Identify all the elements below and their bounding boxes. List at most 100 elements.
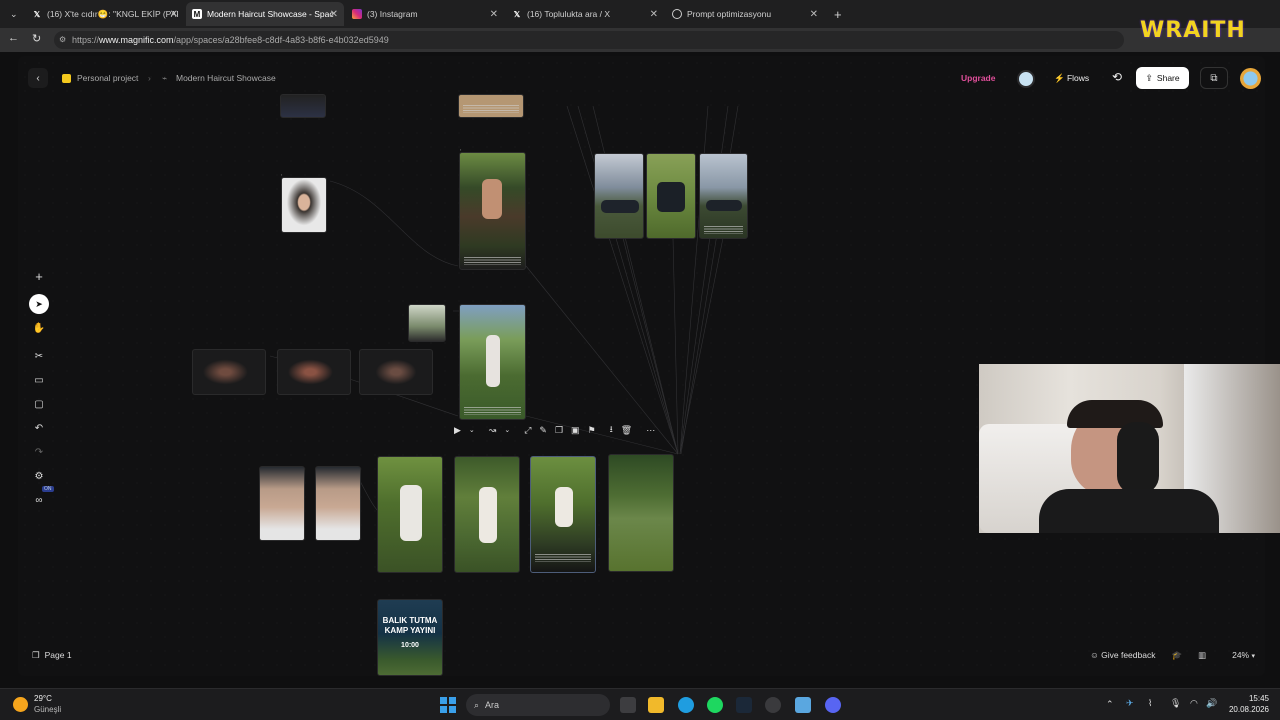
mortarboard-icon[interactable]: 🎓 — [1171, 650, 1182, 661]
scissors-icon[interactable]: ✂ — [28, 346, 50, 366]
portrait-node[interactable] — [259, 466, 305, 541]
portrait-node[interactable] — [315, 466, 361, 541]
car-image-node[interactable] — [699, 153, 748, 239]
tab-chatgpt[interactable]: Prompt optimizasyonu ✕ — [666, 2, 824, 26]
portrait-node[interactable] — [192, 349, 266, 395]
close-icon[interactable]: ✕ — [490, 9, 498, 20]
network-icon[interactable]: ⌇ — [1148, 698, 1152, 709]
image-node[interactable] — [280, 94, 326, 118]
task-view-icon[interactable] — [620, 697, 636, 713]
bookmark-icon[interactable]: ⚑ — [588, 425, 596, 436]
page-selector[interactable]: ❐ Page 1 — [26, 646, 78, 664]
person-figure — [400, 485, 422, 541]
reload-icon[interactable]: ↻ — [32, 32, 41, 45]
tab-x-search[interactable]: 𝕏 (16) Toplulukta ara / X ✕ — [506, 2, 664, 26]
chrome-icon[interactable] — [765, 697, 781, 713]
wraith-logo: WRAITH — [1140, 18, 1246, 43]
tray-app-icon[interactable]: ✈ — [1126, 698, 1134, 709]
image-node[interactable] — [459, 304, 526, 420]
portrait-node[interactable] — [359, 349, 433, 395]
search-icon: ⌕ — [474, 699, 480, 710]
share-icon: ⇪ — [1145, 72, 1153, 83]
duplicate-icon[interactable]: ❐ — [555, 425, 563, 436]
url-host: www.magnific.com — [99, 35, 174, 45]
feedback-button[interactable]: ☺ Give feedback — [1090, 650, 1155, 660]
x-icon: 𝕏 — [513, 9, 521, 19]
connect-icon[interactable]: ↝ — [489, 425, 497, 436]
image-node[interactable] — [459, 152, 526, 270]
tab-list-button[interactable]: ⌄ — [4, 2, 22, 26]
image-icon[interactable]: ▣ — [571, 425, 580, 436]
new-tab-button[interactable]: + — [828, 2, 846, 26]
tab-instagram[interactable]: (3) Instagram ✕ — [346, 2, 504, 26]
add-icon[interactable]: + — [28, 266, 50, 286]
expand-icon[interactable]: ⤢ — [524, 425, 531, 436]
upgrade-button[interactable]: Upgrade — [961, 73, 995, 83]
car-image-node[interactable] — [594, 153, 644, 239]
select-cursor-icon[interactable]: ➤ — [29, 294, 49, 314]
node-action-toolbar: ▶ ⌄ ↝ ⌄ ⤢ ✎ ❐ ▣ ⚑ ⭳ 🗑 ⋯ — [446, 420, 678, 440]
breadcrumb-space[interactable]: Modern Haircut Showcase — [176, 73, 276, 83]
close-icon[interactable]: ✕ — [330, 9, 338, 20]
chevron-down-icon[interactable]: ⌄ — [469, 426, 475, 434]
infinity-icon[interactable]: ∞ — [28, 490, 50, 510]
chevron-down-icon[interactable]: ⌄ — [504, 426, 510, 434]
discord-icon[interactable] — [825, 697, 841, 713]
zoom-selector[interactable]: 24% ▾ — [1232, 650, 1255, 660]
comment-icon[interactable]: ▢ — [28, 394, 50, 414]
history-icon[interactable]: ⟲ — [1112, 70, 1122, 84]
breadcrumb-project[interactable]: Personal project — [77, 73, 138, 83]
start-icon[interactable] — [440, 697, 456, 713]
close-icon[interactable]: ✕ — [810, 9, 818, 20]
settings-icon[interactable]: ⚙ — [28, 466, 50, 486]
image-node[interactable] — [454, 456, 520, 573]
car-image-node[interactable] — [646, 153, 696, 239]
url-field[interactable]: ⚙ https://www.magnific.com/app/spaces/a28… — [54, 31, 1124, 49]
notepad-icon[interactable] — [795, 697, 811, 713]
tab-x-post[interactable]: 𝕏 (16) X'te cıdır😁: "KNGL EKİP (PAR ✕ — [26, 2, 184, 26]
image-node[interactable] — [458, 94, 524, 118]
chevron-down-icon: ▾ — [1251, 653, 1255, 660]
user-avatar[interactable] — [1240, 68, 1261, 89]
edge-icon[interactable] — [678, 697, 694, 713]
weather-desc[interactable]: Güneşli — [34, 705, 61, 714]
portrait-node[interactable] — [408, 304, 446, 342]
image-node[interactable] — [377, 456, 443, 573]
hand-icon[interactable]: ✋ — [28, 318, 50, 338]
tab-magnific[interactable]: M Modern Haircut Showcase - Spac ✕ — [186, 2, 344, 26]
download-icon[interactable]: ⭳ — [610, 422, 613, 438]
site-info-icon[interactable]: ⚙ — [59, 31, 66, 49]
image-node-selected[interactable] — [530, 456, 596, 573]
play-icon[interactable]: ▶ — [454, 425, 461, 436]
volume-icon[interactable]: 🔊 — [1206, 698, 1217, 709]
taskbar-search[interactable]: ⌕ Ara — [466, 694, 610, 716]
back-button[interactable]: ‹ — [28, 68, 48, 88]
map-icon[interactable]: ▥ — [1198, 650, 1206, 661]
tray-overflow-icon[interactable]: ⌃ — [1106, 699, 1114, 710]
close-icon[interactable]: ✕ — [170, 9, 178, 20]
share-button[interactable]: ⇪ Share — [1136, 67, 1189, 89]
image-node[interactable] — [608, 454, 674, 572]
portrait-node[interactable] — [277, 349, 351, 395]
flows-button[interactable]: ⚡ Flows — [1054, 73, 1089, 84]
steam-icon[interactable] — [736, 697, 752, 713]
portrait-node[interactable] — [281, 177, 327, 233]
close-icon[interactable]: ✕ — [650, 9, 658, 20]
trash-icon[interactable]: 🗑 — [621, 425, 632, 436]
undo-icon[interactable]: ↶ — [28, 418, 50, 438]
microphone-icon[interactable]: 🎙 — [1170, 698, 1181, 709]
more-icon[interactable]: ⋯ — [646, 425, 655, 436]
poster-image-node[interactable]: BALIK TUTMA KAMP YAYINI 10:00 — [377, 599, 443, 676]
clock-date[interactable]: 20.08.2026 — [1225, 705, 1269, 714]
redo-icon[interactable]: ↷ — [28, 442, 50, 462]
frame-icon[interactable]: ▭ — [28, 370, 50, 390]
weather-temp[interactable]: 29°C — [34, 694, 52, 703]
present-button[interactable]: ⧉ — [1200, 67, 1228, 89]
edit-icon[interactable]: ✎ — [539, 425, 547, 436]
back-icon[interactable]: ← — [8, 32, 19, 44]
spotify-icon[interactable] — [707, 697, 723, 713]
file-explorer-icon[interactable] — [648, 697, 664, 713]
wifi-icon[interactable]: ◠ — [1190, 698, 1198, 709]
clock-time[interactable]: 15:45 — [1233, 694, 1269, 703]
credits-avatar[interactable] — [1017, 70, 1035, 88]
